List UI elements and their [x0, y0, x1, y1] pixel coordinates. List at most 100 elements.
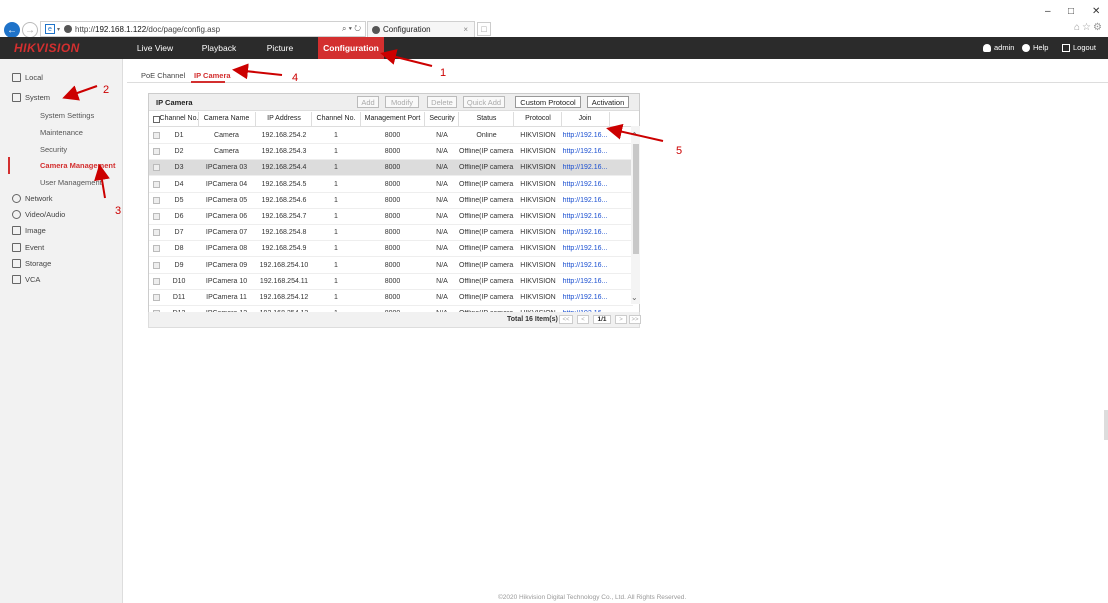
user-menu[interactable]: admin — [983, 37, 1014, 59]
table-header: Channel No. Camera Name IP Address Channel … — [149, 112, 639, 127]
join-link[interactable]: http://192.16... — [562, 213, 608, 220]
next-page-button[interactable]: > — [615, 315, 627, 324]
sidebar-item-network[interactable]: Network — [0, 190, 123, 206]
sidebar-item-vca[interactable]: VCA — [0, 271, 123, 287]
table-row[interactable]: D9 IPCamera 09 192.168.254.10 1 8000 N/A Offli… — [149, 258, 633, 274]
table-cell: Camera — [214, 148, 239, 156]
image-icon — [12, 225, 21, 235]
sidebar-item-storage[interactable]: Storage — [0, 255, 123, 271]
nav-picture[interactable]: Picture — [256, 37, 304, 59]
join-link[interactable]: http://192.16... — [562, 132, 608, 139]
address-bar[interactable]: e ▾ http://192.168.1.122/doc/page/config… — [40, 21, 366, 37]
browser-toolbar-icons[interactable]: ⌂☆⚙ — [1074, 22, 1104, 33]
close-icon[interactable]: × — [463, 25, 468, 34]
help-button[interactable]: Help — [1022, 37, 1048, 59]
activation-button[interactable]: Activation — [587, 96, 629, 108]
storage-icon — [12, 258, 21, 268]
sidebar-item-event[interactable]: Event — [0, 239, 123, 255]
table-cell: 192.168.254.12 — [259, 294, 309, 301]
table-cell: IPCamera 04 — [205, 180, 248, 188]
nav-playback[interactable]: Playback — [194, 37, 244, 59]
sidebar-item-image[interactable]: Image — [0, 222, 123, 238]
window-close-button[interactable]: ✕ — [1092, 6, 1100, 17]
scroll-down-icon[interactable]: ⌄ — [631, 293, 638, 302]
prev-page-button[interactable]: < — [577, 315, 589, 324]
join-link[interactable]: http://192.16... — [562, 245, 608, 252]
table-cell: HIKVISION — [520, 229, 556, 237]
join-link[interactable]: http://192.16... — [562, 278, 608, 285]
join-link[interactable]: http://192.16... — [562, 229, 608, 236]
first-page-button[interactable]: << — [559, 315, 573, 324]
table-cell: 192.168.254.10 — [259, 261, 309, 269]
page-indicator: 1/1 — [593, 315, 611, 324]
table-cell: D3 — [174, 164, 184, 172]
sidebar-item-camera-management[interactable]: Camera Management — [40, 161, 115, 170]
table-cell: 8000 — [384, 229, 401, 237]
quick-add-button[interactable]: Quick Add — [463, 96, 505, 108]
join-link[interactable]: http://192.16... — [562, 148, 608, 155]
modify-button[interactable]: Modify — [385, 96, 419, 108]
join-link[interactable]: http://192.16... — [562, 164, 608, 171]
table-cell: Offline(IP camera... — [459, 277, 514, 285]
table-cell: 1 — [334, 277, 338, 285]
tab-ip-camera[interactable]: IP Camera — [194, 71, 231, 80]
table-cell: 1 — [334, 294, 338, 301]
browser-tab-configuration[interactable]: Configuration × — [367, 21, 475, 37]
table-row[interactable]: D1 Camera 192.168.254.2 1 8000 N/A Online HIKVI… — [149, 128, 633, 144]
back-button[interactable]: ← — [4, 22, 20, 38]
nav-configuration[interactable]: Configuration — [318, 37, 384, 59]
sidebar-item-video-audio[interactable]: Video/Audio — [0, 206, 123, 222]
table-row[interactable]: D11 IPCamera 11 192.168.254.12 1 8000 N/A Offl… — [149, 290, 633, 306]
delete-button[interactable]: Delete — [427, 96, 457, 108]
last-page-button[interactable]: >> — [629, 315, 641, 324]
sidebar-label: Video/Audio — [25, 209, 66, 219]
column-separator — [609, 112, 610, 127]
add-button[interactable]: Add — [357, 96, 379, 108]
table-cell: HIKVISION — [520, 132, 556, 139]
side-handle[interactable] — [1104, 410, 1108, 440]
table-cell: Offline(IP camera... — [459, 164, 514, 172]
table-row[interactable]: D10 IPCamera 10 192.168.254.11 1 8000 N/A Offl… — [149, 274, 633, 290]
sidebar-item-security[interactable]: Security — [40, 145, 67, 154]
column-separator — [198, 112, 199, 127]
logout-button[interactable]: Logout — [1062, 37, 1096, 59]
table-cell: HIKVISION — [520, 196, 556, 204]
table-row[interactable]: D5 IPCamera 05 192.168.254.6 1 8000 N/A Offlin… — [149, 193, 633, 209]
table-row[interactable]: D8 IPCamera 08 192.168.254.9 1 8000 N/A Offlin… — [149, 241, 633, 258]
join-link[interactable]: http://192.16... — [562, 262, 608, 269]
sidebar-item-system-settings[interactable]: System Settings — [40, 111, 94, 120]
url-host: 192.168.1.122 — [95, 24, 147, 34]
system-icon — [12, 92, 21, 102]
chevron-down-icon[interactable]: ▾ — [57, 26, 60, 33]
join-link[interactable]: http://192.16... — [562, 294, 608, 301]
sidebar-item-local[interactable]: Local — [0, 69, 123, 85]
address-bar-actions[interactable]: ⌕ ▾ ↻ — [342, 24, 361, 34]
minimize-button[interactable]: – — [1045, 6, 1051, 17]
forward-button[interactable]: → — [22, 22, 38, 38]
table-cell: HIKVISION — [520, 180, 556, 188]
sidebar-item-maintenance[interactable]: Maintenance — [40, 128, 83, 137]
table-row[interactable]: D2 Camera 192.168.254.3 1 8000 N/A Offline(IP … — [149, 144, 633, 161]
new-tab-button[interactable]: □ — [477, 22, 491, 36]
join-link[interactable]: http://192.16... — [562, 197, 608, 204]
table-cell: 192.168.254.5 — [261, 180, 307, 188]
table-cell: N/A — [436, 229, 448, 237]
table-cell: 192.168.254.3 — [261, 148, 307, 156]
tab-poe-channel[interactable]: PoE Channel — [141, 71, 185, 80]
join-link[interactable]: http://192.16... — [562, 181, 608, 188]
annotation-number-3: 3 — [115, 205, 122, 217]
scrollbar-thumb[interactable] — [633, 144, 639, 254]
table-row[interactable]: D4 IPCamera 04 192.168.254.5 1 8000 N/A Offlin… — [149, 177, 633, 193]
nav-live-view[interactable]: Live View — [132, 37, 178, 59]
table-row[interactable]: D3 IPCamera 03 192.168.254.4 1 8000 N/A Offlin… — [149, 160, 633, 177]
maximize-button[interactable]: □ — [1068, 6, 1074, 17]
table-row[interactable]: D6 IPCamera 06 192.168.254.7 1 8000 N/A Offlin… — [149, 209, 633, 225]
table-cell: Offline(IP camera... — [459, 213, 514, 220]
table-cell: IPCamera 05 — [205, 196, 248, 204]
sidebar-item-user-management[interactable]: User Management — [40, 178, 102, 187]
custom-protocol-button[interactable]: Custom Protocol — [515, 96, 581, 108]
scroll-up-icon[interactable]: ⌃ — [631, 131, 638, 140]
table-row[interactable]: D7 IPCamera 07 192.168.254.8 1 8000 N/A Offlin… — [149, 225, 633, 242]
table-cell: 8000 — [384, 148, 401, 156]
table-cell: 1 — [334, 180, 338, 188]
